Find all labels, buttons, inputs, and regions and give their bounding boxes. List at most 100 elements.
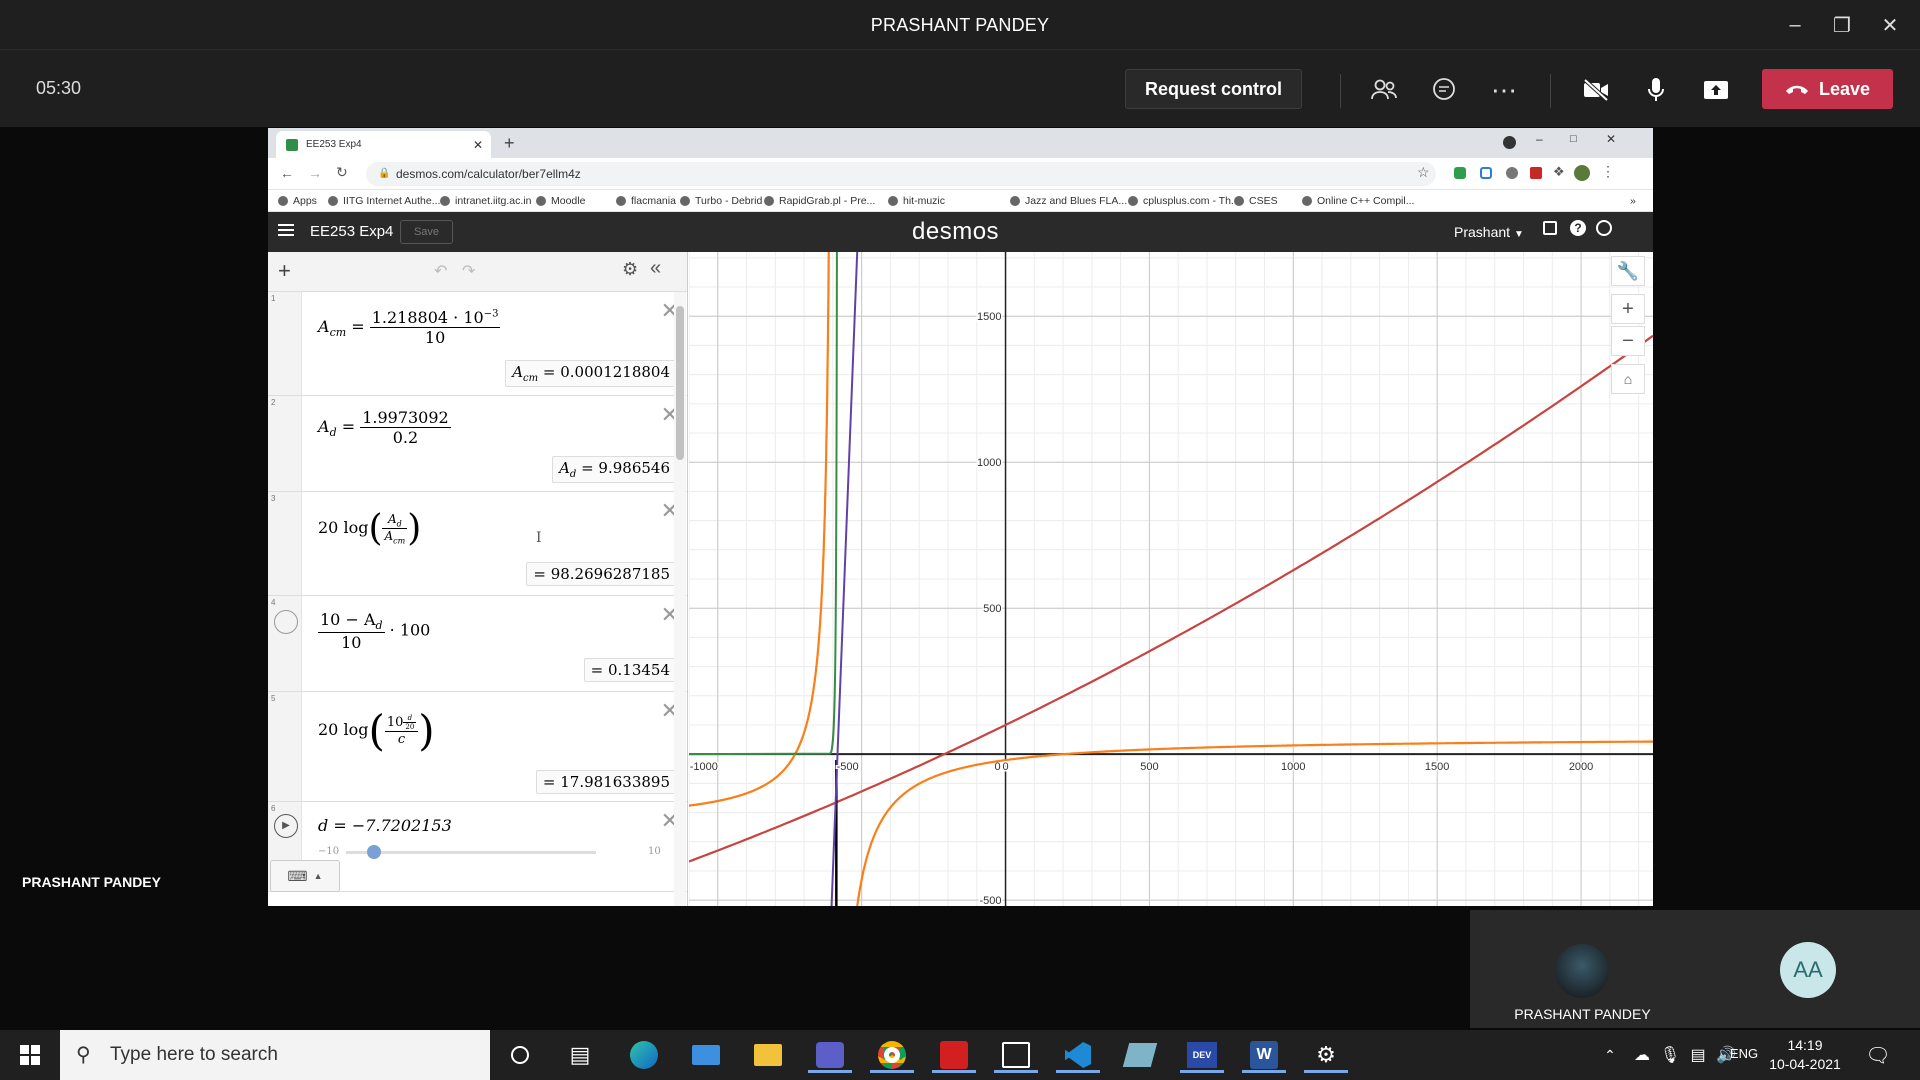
expression-row[interactable]: 4 ✕ 10 − Ad 10 · 100 = 0.13454 — [268, 596, 687, 692]
settings-gear-icon[interactable]: ⚙ — [622, 259, 638, 280]
camera-off-icon[interactable] — [1578, 72, 1614, 108]
scrollbar-thumb[interactable] — [676, 306, 684, 460]
more-actions-icon[interactable]: ⋯ — [1486, 72, 1522, 108]
settings-icon[interactable]: ⚙ — [1304, 1037, 1348, 1073]
browser-close-button[interactable]: ✕ — [1606, 132, 1616, 146]
restore-button[interactable]: ❐ — [1822, 10, 1862, 40]
bookmark-item[interactable]: Jazz and Blues FLA... — [1010, 195, 1127, 207]
graph-settings-wrench-icon[interactable]: 🔧 — [1611, 256, 1645, 286]
browser-menu-icon[interactable]: ⋮ — [1601, 163, 1615, 180]
share-screen-icon[interactable] — [1698, 72, 1734, 108]
url-field[interactable]: 🔒 desmos.com/calculator/ber7ellm4z — [366, 162, 1436, 186]
bookmark-item[interactable]: Turbo - Debrid — [680, 195, 762, 207]
bookmark-label: IITG Internet Authe... — [343, 195, 441, 207]
participant-tile[interactable]: PRASHANT PANDEY — [1470, 910, 1695, 1028]
participants-icon[interactable] — [1366, 72, 1402, 108]
clock-date: 10-04-2021 — [1769, 1056, 1841, 1072]
bookmark-item[interactable]: cplusplus.com - Th... — [1128, 195, 1240, 207]
expression-row[interactable]: 3 ✕ 20 log(Ad Acm) I = 98.2696287185 — [268, 492, 687, 596]
browser-maximize-button[interactable]: □ — [1570, 133, 1577, 145]
hamburger-menu-icon[interactable] — [278, 221, 294, 239]
taskbar-search-box[interactable]: ⚲ Type here to search — [60, 1030, 490, 1080]
minimize-button[interactable]: – — [1775, 10, 1815, 40]
collapse-list-icon[interactable]: « — [650, 257, 661, 280]
hidden-expression-toggle[interactable] — [274, 610, 298, 634]
teams-title-bar: PRASHANT PANDEY – ❐ ✕ — [0, 0, 1920, 50]
mail-icon[interactable] — [684, 1037, 728, 1073]
bookmark-favicon-icon — [536, 196, 546, 206]
bookmark-item[interactable]: Apps — [278, 195, 317, 207]
teams-icon[interactable] — [808, 1037, 852, 1073]
profile-avatar[interactable] — [1574, 165, 1590, 181]
bookmark-item[interactable]: flacmania — [616, 195, 676, 207]
chrome-icon[interactable] — [870, 1037, 914, 1073]
expression-row[interactable]: 5 ✕ 20 log(10 d 20 c) = 17.981633895 — [268, 692, 687, 802]
extension-icon[interactable] — [1480, 167, 1492, 179]
microphone-icon[interactable] — [1638, 72, 1674, 108]
play-slider-button[interactable]: ▶ — [274, 814, 298, 838]
graph-title[interactable]: EE253 Exp4 — [310, 223, 393, 240]
bookmark-item[interactable]: IITG Internet Authe... — [328, 195, 440, 207]
more-bookmarks-icon[interactable]: » — [1630, 195, 1636, 207]
bookmark-item[interactable]: intranet.iitg.ac.in — [440, 195, 531, 207]
graph-canvas[interactable]: -1000 -500 0 500 1000 1500 2000 0 -500 500 1000 150… — [689, 252, 1653, 906]
app-icon[interactable] — [994, 1037, 1038, 1073]
save-button[interactable]: Save — [400, 220, 453, 244]
slider-knob[interactable] — [367, 845, 382, 859]
bookmark-item[interactable]: hit-muzic — [888, 195, 945, 207]
expression-row[interactable]: 1 ✕ Acm = 1.218804 · 10−3 10 Acm = 0.0001… — [268, 292, 687, 396]
slider-track[interactable] — [346, 845, 596, 859]
browser-tab[interactable]: EE253 Exp4 ✕ — [276, 131, 491, 158]
leave-button[interactable]: Leave — [1762, 69, 1893, 109]
app-icon[interactable] — [1118, 1037, 1162, 1073]
forward-icon[interactable]: → — [308, 165, 322, 181]
redo-icon[interactable]: ↷ — [462, 261, 475, 281]
zoom-out-button[interactable]: − — [1611, 326, 1645, 356]
close-tab-icon[interactable]: ✕ — [473, 138, 483, 152]
zoom-in-button[interactable]: + — [1611, 294, 1645, 324]
word-icon[interactable]: W — [1242, 1037, 1286, 1073]
user-menu[interactable]: Prashant ▼ — [1454, 224, 1524, 240]
expression-scrollbar[interactable] — [674, 292, 686, 906]
keyboard-toggle-button[interactable]: ⌨ ▲ — [270, 860, 340, 892]
extension-icon[interactable] — [1506, 167, 1518, 179]
help-icon[interactable]: ? — [1570, 220, 1586, 236]
bookmark-item[interactable]: CSES — [1234, 195, 1278, 207]
bookmark-item[interactable]: RapidGrab.pl - Pre... — [764, 195, 875, 207]
extension-icon[interactable] — [1530, 167, 1542, 179]
chat-icon[interactable] — [1426, 72, 1462, 108]
windows-start-icon[interactable] — [8, 1037, 52, 1073]
notifications-icon[interactable]: 🗨 — [1856, 1037, 1900, 1073]
edge-icon[interactable] — [622, 1037, 666, 1073]
request-control-button[interactable]: Request control — [1125, 69, 1302, 109]
call-control-bar: 05:30 Request control ⋯ Leave — [0, 50, 1920, 127]
task-view-icon[interactable]: ▤ — [558, 1037, 602, 1073]
graph-svg[interactable]: -1000 -500 0 500 1000 1500 2000 0 -500 500 1000 150… — [689, 252, 1653, 906]
file-explorer-icon[interactable] — [746, 1037, 790, 1073]
close-window-button[interactable]: ✕ — [1870, 10, 1910, 40]
acrobat-icon[interactable] — [932, 1037, 976, 1073]
bookmark-label: intranet.iitg.ac.in — [455, 195, 532, 207]
expression-row[interactable]: 2 ✕ Ad = 1.9973092 0.2 Ad = 9.986546 — [268, 396, 687, 492]
undo-icon[interactable]: ↶ — [434, 261, 447, 281]
participant-tile[interactable]: AA — [1695, 910, 1920, 1028]
expression-gutter: 2 — [268, 396, 302, 491]
new-tab-button[interactable]: + — [504, 133, 515, 154]
browser-profile-icon[interactable] — [1503, 136, 1516, 149]
taskbar-clock[interactable]: 14:19 10-04-2021 — [1760, 1036, 1850, 1074]
reload-icon[interactable]: ↻ — [336, 164, 348, 181]
back-icon[interactable]: ← — [280, 165, 294, 181]
devcpp-icon[interactable]: DEV — [1180, 1037, 1224, 1073]
bookmark-item[interactable]: Online C++ Compil... — [1302, 195, 1414, 207]
home-zoom-icon[interactable]: ⌂ — [1611, 364, 1645, 394]
share-graph-icon[interactable] — [1543, 221, 1557, 235]
bookmark-item[interactable]: Moodle — [536, 195, 585, 207]
vscode-icon[interactable] — [1056, 1037, 1100, 1073]
extension-icon[interactable] — [1454, 167, 1466, 179]
cortana-icon[interactable] — [498, 1037, 542, 1073]
language-globe-icon[interactable] — [1596, 220, 1612, 236]
add-expression-button[interactable]: + — [278, 258, 291, 284]
browser-minimize-button[interactable]: – — [1536, 132, 1543, 146]
puzzle-icon[interactable]: ❖ — [1553, 164, 1565, 180]
bookmark-star-icon[interactable]: ☆ — [1417, 164, 1430, 181]
